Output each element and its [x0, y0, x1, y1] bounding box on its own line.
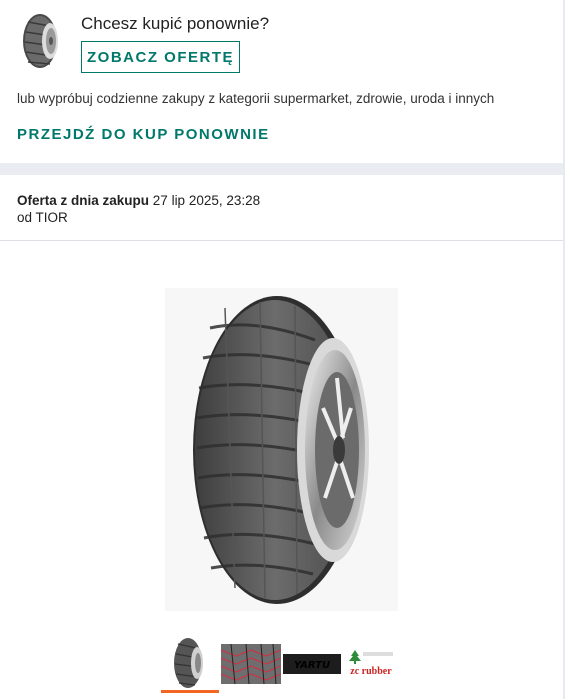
offer-date-label: Oferta z dnia zakupu	[17, 193, 150, 208]
divider	[0, 240, 563, 241]
yartu-logo-icon: YARTU	[283, 654, 341, 674]
offer-date-line: Oferta z dnia zakupu 27 lip 2025, 23:28	[17, 192, 260, 209]
thumbnail-tread[interactable]	[220, 643, 282, 685]
offer-meta: Oferta z dnia zakupu 27 lip 2025, 23:28 …	[17, 192, 260, 226]
tread-pattern-icon	[220, 643, 282, 685]
see-offer-button[interactable]: ZOBACZ OFERTĘ	[81, 41, 240, 73]
thumbnail-tire[interactable]	[161, 636, 219, 693]
thumbnail-yartu[interactable]: YARTU	[283, 654, 341, 674]
main-product-image[interactable]	[165, 288, 398, 611]
thumbnail-zc-rubber[interactable]: zc rubber	[345, 648, 397, 678]
section-divider	[0, 163, 563, 175]
categories-text: lub wypróbuj codzienne zakupy z kategori…	[17, 91, 495, 106]
offer-seller: od TIOR	[17, 210, 68, 225]
zc-rubber-logo-text: zc rubber	[350, 666, 392, 677]
go-to-buy-again-link[interactable]: PRZEJDŹ DO KUP PONOWNIE	[17, 126, 270, 143]
tire-icon	[174, 638, 203, 688]
yartu-logo-text: YARTU	[294, 660, 330, 671]
zc-rubber-logo-icon: zc rubber	[349, 650, 393, 677]
offer-date-value: 27 lip 2025, 23:28	[152, 193, 261, 208]
product-thumbnail[interactable]	[20, 12, 64, 70]
buy-again-title: Chcesz kupić ponownie?	[81, 14, 270, 33]
